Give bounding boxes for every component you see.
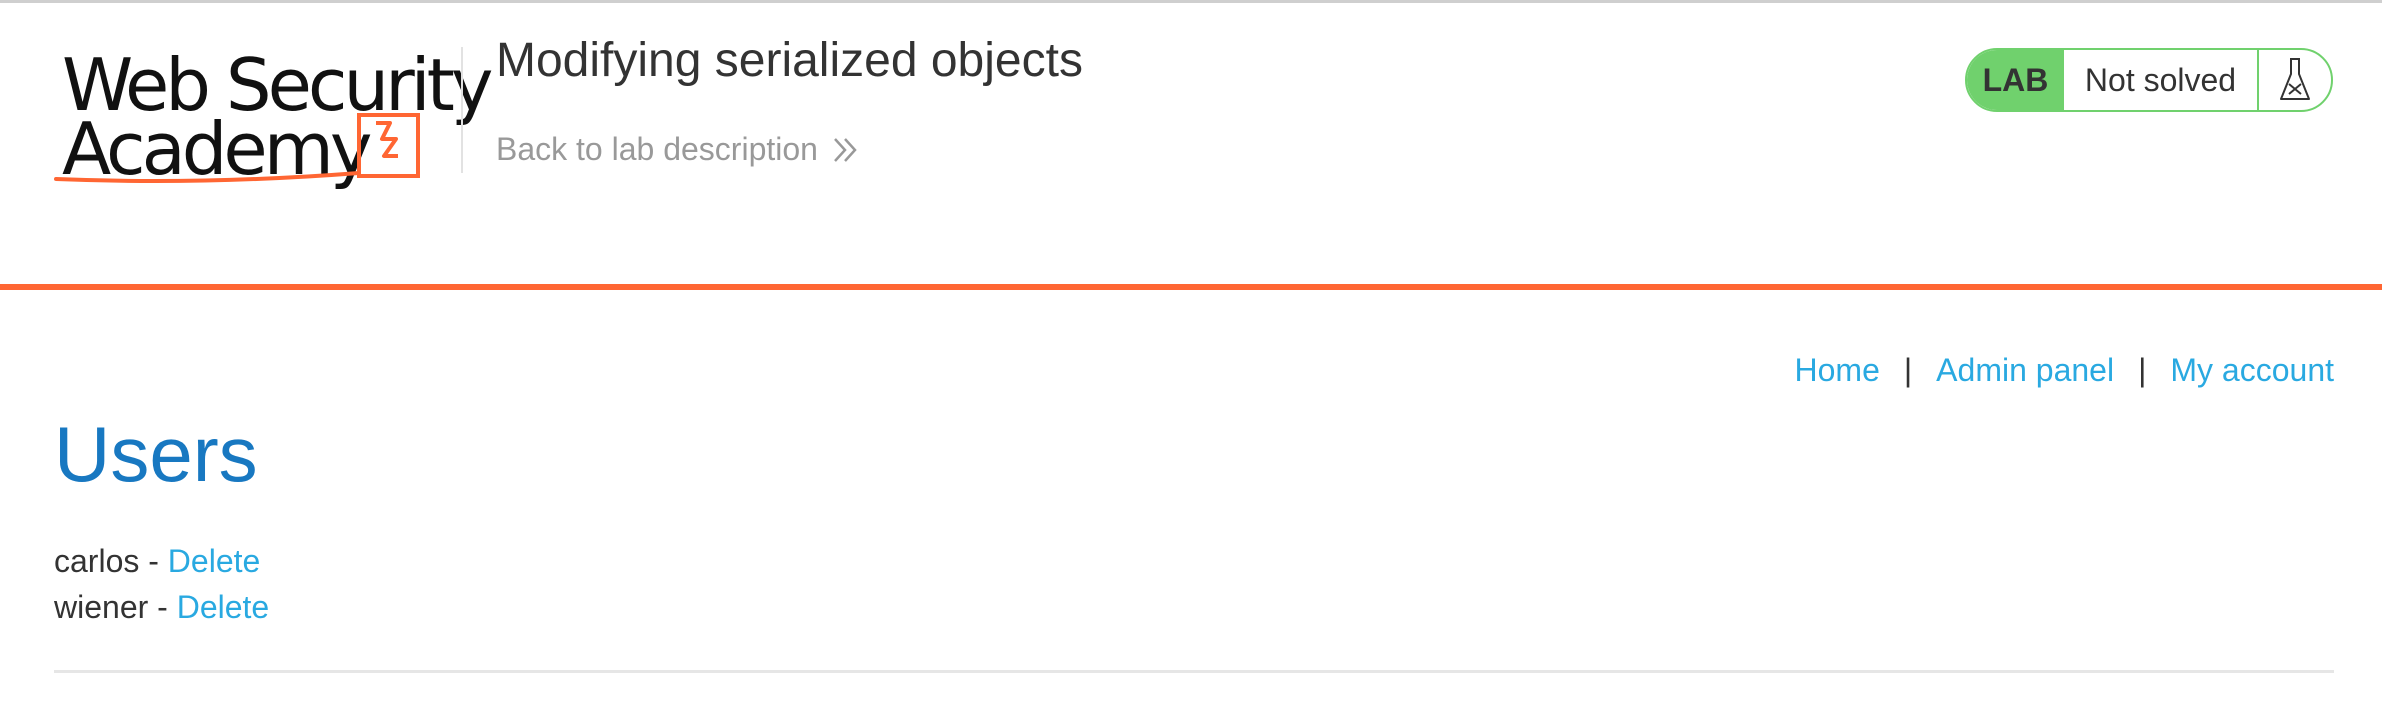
lightning-bolt-icon: [54, 113, 420, 183]
content-divider: [54, 670, 2334, 673]
delete-user-link[interactable]: Delete: [168, 543, 261, 579]
lab-badge: LAB: [1967, 50, 2064, 110]
academy-header: Web Security Academy Modifying serialize…: [0, 3, 2382, 284]
nav-separator: |: [1903, 352, 1913, 388]
user-dash: -: [148, 543, 159, 579]
user-row: wiener - Delete: [54, 584, 269, 630]
nav-my-account-link[interactable]: My account: [2170, 352, 2334, 389]
header-orange-rule: [0, 284, 2382, 290]
flask-icon: [2280, 58, 2310, 100]
back-to-lab-description-link[interactable]: Back to lab description: [496, 131, 860, 168]
nav-home-link[interactable]: Home: [1795, 352, 1880, 389]
delete-user-link[interactable]: Delete: [177, 589, 270, 625]
top-navigation: Home | Admin panel | My account: [1795, 352, 2335, 389]
web-security-academy-logo[interactable]: Web Security Academy: [54, 43, 494, 193]
double-chevron-right-icon: [834, 137, 857, 162]
user-dash: -: [157, 589, 168, 625]
lab-title: Modifying serialized objects: [496, 34, 1083, 87]
back-link-label: Back to lab description: [496, 131, 818, 167]
header-divider: [461, 47, 463, 173]
page-heading: Users: [54, 410, 258, 498]
nav-admin-panel-link[interactable]: Admin panel: [1936, 352, 2114, 389]
lab-status-icon-container: [2259, 50, 2331, 110]
username: carlos: [54, 543, 140, 579]
page: Web Security Academy Modifying serialize…: [0, 0, 2382, 728]
user-list: carlos - Delete wiener - Delete: [54, 538, 269, 630]
user-row: carlos - Delete: [54, 538, 269, 584]
lab-status-text: Not solved: [2064, 50, 2259, 110]
username: wiener: [54, 589, 149, 625]
lab-status-widget: LAB Not solved: [1965, 48, 2333, 112]
nav-separator: |: [2138, 352, 2147, 388]
